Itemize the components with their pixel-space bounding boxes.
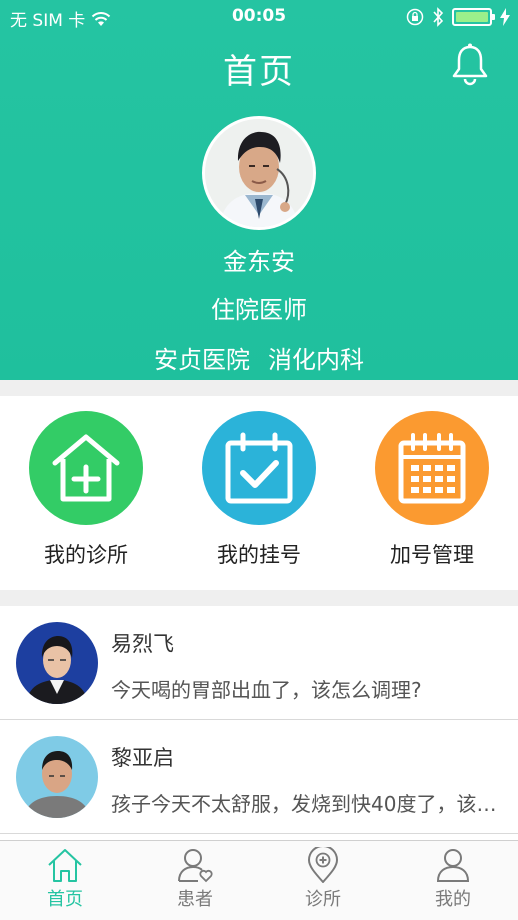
bluetooth-icon <box>433 7 444 27</box>
doctor-position: 住院医师 <box>211 296 307 324</box>
tab-clinic-label: 诊所 <box>305 889 341 910</box>
doctor-name: 金东安 <box>223 248 295 276</box>
my-clinic-button[interactable]: 我的诊所 <box>0 411 172 569</box>
doctor-avatar[interactable] <box>202 116 316 230</box>
tab-home-label: 首页 <box>47 889 83 910</box>
tab-me[interactable]: 我的 <box>388 847 518 911</box>
my-registration-button[interactable]: 我的挂号 <box>173 411 345 569</box>
charging-icon <box>500 8 510 26</box>
tab-clinic[interactable]: 诊所 <box>258 847 388 911</box>
tab-bar: 首页 患者 诊所 我的 <box>0 840 518 920</box>
user-icon <box>436 849 470 882</box>
department-name: 消化内科 <box>268 346 364 374</box>
home-icon <box>48 849 82 882</box>
tab-patients[interactable]: 患者 <box>130 847 260 911</box>
location-cross-icon <box>307 847 339 883</box>
doctor-affiliation: 安贞医院 消化内科 <box>0 340 518 375</box>
tab-me-label: 我的 <box>435 889 471 910</box>
bell-icon[interactable] <box>450 42 490 88</box>
message-list: 易烈飞 今天喝的胃部出血了，该怎么调理? 黎亚启 孩子今天不太舒服，发烧到快40… <box>0 606 518 840</box>
tab-patients-label: 患者 <box>177 889 213 910</box>
profile-header: 无 SIM 卡 00:05 首页 金东安 住院医师 安贞医院 消化内科 <box>0 0 518 380</box>
status-bar: 无 SIM 卡 00:05 <box>0 0 518 34</box>
extra-slot-management-label: 加号管理 <box>390 543 474 567</box>
patient-avatar <box>16 736 98 818</box>
tab-home[interactable]: 首页 <box>0 847 130 911</box>
extra-slot-management-button[interactable]: 加号管理 <box>346 411 518 569</box>
patient-avatar <box>16 622 98 704</box>
divider <box>0 833 518 834</box>
message-preview: 孩子今天不太舒服，发烧到快40度了，该怎么办 <box>111 792 501 816</box>
feature-grid: 我的诊所 我的挂号 加号管理 <box>0 396 518 590</box>
patient-name: 黎亚启 <box>111 746 174 770</box>
calendar-check-icon <box>202 411 316 525</box>
patient-name: 易烈飞 <box>111 632 174 656</box>
battery-icon <box>452 8 495 26</box>
page-title: 首页 <box>223 52 295 92</box>
message-preview: 今天喝的胃部出血了，该怎么调理? <box>111 678 422 702</box>
orientation-lock-icon <box>406 8 424 26</box>
patient-icon <box>178 849 213 883</box>
doctor-photo <box>205 119 313 227</box>
my-clinic-label: 我的诊所 <box>44 543 128 567</box>
my-registration-label: 我的挂号 <box>217 543 301 567</box>
calendar-grid-icon <box>375 411 489 525</box>
clinic-icon <box>29 411 143 525</box>
list-item[interactable]: 黎亚启 孩子今天不太舒服，发烧到快40度了，该怎么办 <box>0 720 518 834</box>
list-item[interactable]: 易烈飞 今天喝的胃部出血了，该怎么调理? <box>0 606 518 720</box>
hospital-name: 安贞医院 <box>154 346 250 374</box>
